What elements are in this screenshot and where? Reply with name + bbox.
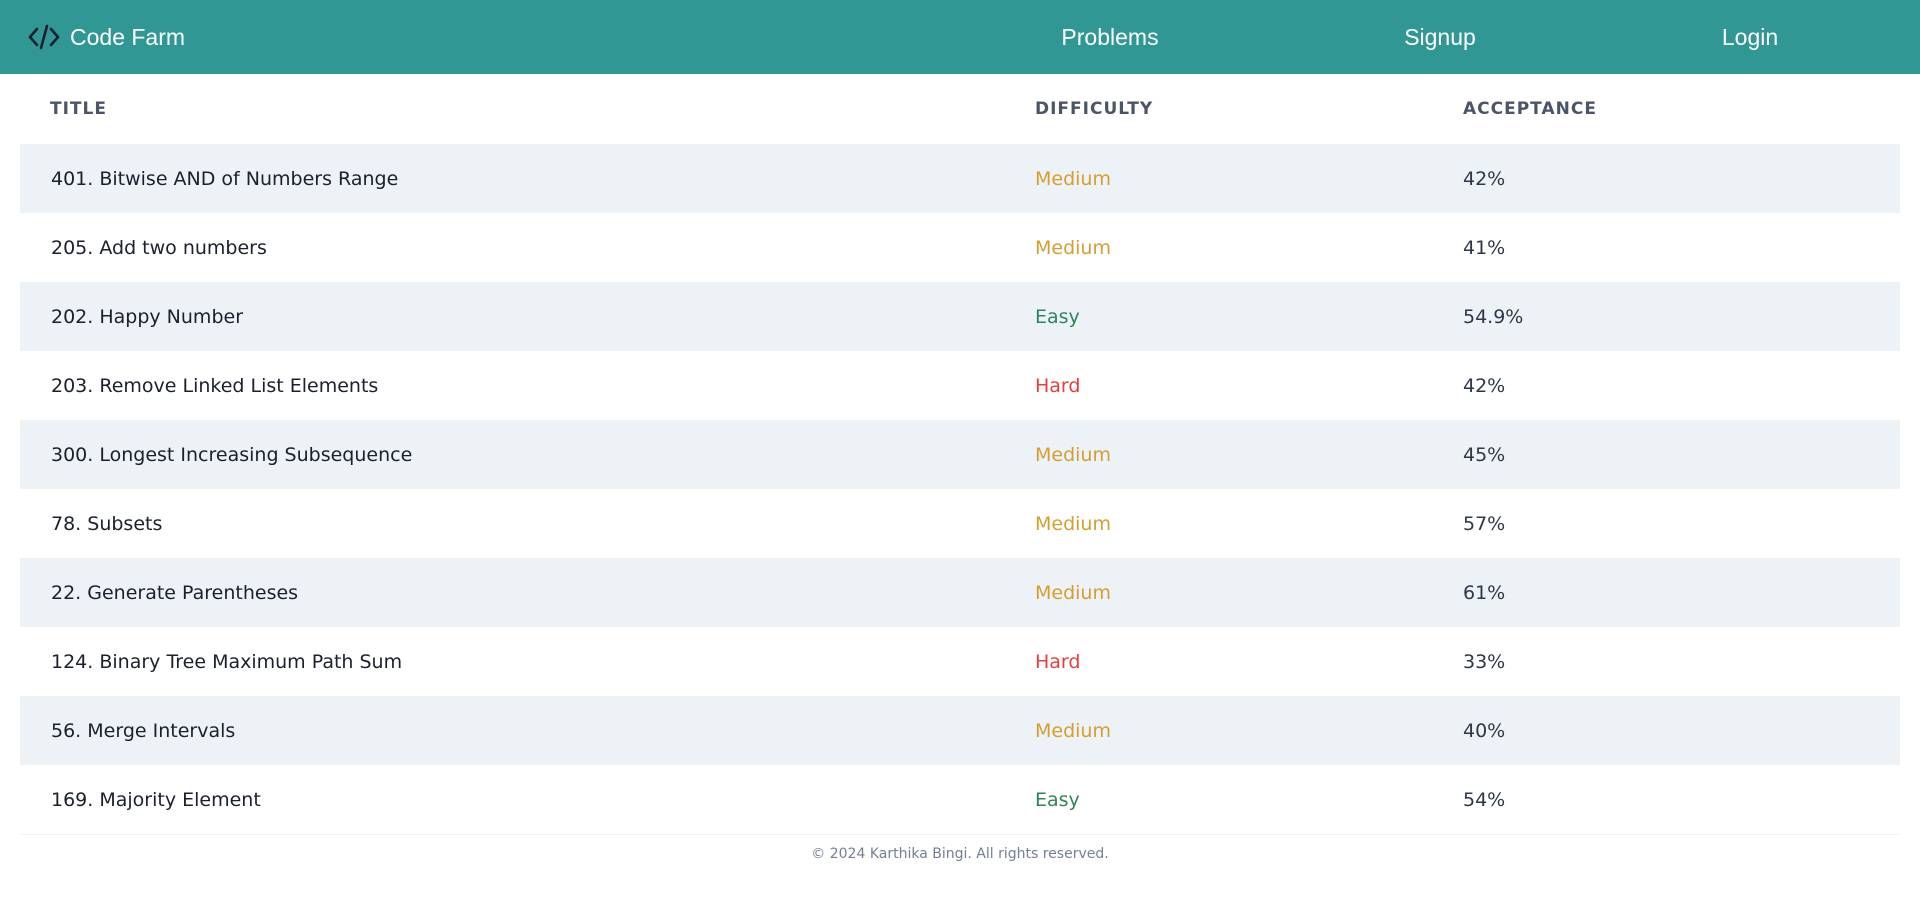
acceptance-rate: 41% bbox=[1463, 236, 1506, 259]
problem-title[interactable]: 124. Binary Tree Maximum Path Sum bbox=[51, 627, 402, 696]
problem-title[interactable]: 203. Remove Linked List Elements bbox=[51, 351, 378, 420]
navbar: Code Farm Problems Signup Login bbox=[0, 0, 1920, 74]
column-header-acceptance: Acceptance bbox=[1463, 99, 1597, 119]
table-row[interactable]: 401. Bitwise AND of Numbers Range Medium 4… bbox=[20, 144, 1900, 213]
code-icon bbox=[28, 23, 60, 51]
problem-title[interactable]: 300. Longest Increasing Subsequence bbox=[51, 420, 412, 489]
acceptance-rate: 57% bbox=[1463, 512, 1506, 535]
column-header-title: Title bbox=[50, 99, 107, 119]
footer-copyright: © 2024 Karthika Bingi. All rights reserv… bbox=[811, 846, 1109, 862]
nav-link-problems[interactable]: Problems bbox=[1040, 0, 1180, 74]
table-row[interactable]: 202. Happy Number Easy 54.9% bbox=[20, 282, 1900, 351]
problem-title[interactable]: 56. Merge Intervals bbox=[51, 696, 235, 765]
table-row[interactable]: 22. Generate Parentheses Medium 61% bbox=[20, 558, 1900, 627]
acceptance-rate: 45% bbox=[1463, 443, 1506, 466]
table-row[interactable]: 169. Majority Element Easy 54% bbox=[20, 765, 1900, 834]
table-row[interactable]: 300. Longest Increasing Subsequence Mediu… bbox=[20, 420, 1900, 489]
difficulty-label: Medium bbox=[1035, 719, 1111, 742]
column-header-difficulty: Difficulty bbox=[1035, 99, 1154, 119]
difficulty-label: Medium bbox=[1035, 581, 1111, 604]
difficulty-label: Medium bbox=[1035, 167, 1111, 190]
difficulty-label: Easy bbox=[1035, 305, 1080, 328]
acceptance-rate: 42% bbox=[1463, 374, 1506, 397]
divider bbox=[20, 834, 1900, 835]
acceptance-rate: 33% bbox=[1463, 650, 1506, 673]
acceptance-rate: 61% bbox=[1463, 581, 1506, 604]
difficulty-label: Easy bbox=[1035, 788, 1080, 811]
table-row[interactable]: 56. Merge Intervals Medium 40% bbox=[20, 696, 1900, 765]
difficulty-label: Medium bbox=[1035, 512, 1111, 535]
acceptance-rate: 42% bbox=[1463, 167, 1506, 190]
table-row[interactable]: 78. Subsets Medium 57% bbox=[20, 489, 1900, 558]
acceptance-rate: 54.9% bbox=[1463, 305, 1524, 328]
table-body: 401. Bitwise AND of Numbers Range Medium 4… bbox=[20, 144, 1900, 834]
problem-title[interactable]: 205. Add two numbers bbox=[51, 213, 267, 282]
table-header: Title Difficulty Acceptance bbox=[20, 74, 1900, 144]
difficulty-label: Medium bbox=[1035, 443, 1111, 466]
table-row[interactable]: 203. Remove Linked List Elements Hard 42% bbox=[20, 351, 1900, 420]
problems-table: Title Difficulty Acceptance 401. Bitwise… bbox=[20, 74, 1900, 834]
problem-title[interactable]: 401. Bitwise AND of Numbers Range bbox=[51, 144, 398, 213]
difficulty-label: Hard bbox=[1035, 650, 1081, 673]
problem-title[interactable]: 78. Subsets bbox=[51, 489, 162, 558]
problem-title[interactable]: 169. Majority Element bbox=[51, 765, 261, 834]
problem-title[interactable]: 22. Generate Parentheses bbox=[51, 558, 298, 627]
acceptance-rate: 54% bbox=[1463, 788, 1506, 811]
nav-link-signup[interactable]: Signup bbox=[1370, 0, 1510, 74]
table-row[interactable]: 124. Binary Tree Maximum Path Sum Hard 33% bbox=[20, 627, 1900, 696]
difficulty-label: Hard bbox=[1035, 374, 1081, 397]
problem-title[interactable]: 202. Happy Number bbox=[51, 282, 243, 351]
brand-link[interactable]: Code Farm bbox=[28, 0, 185, 74]
brand-name: Code Farm bbox=[70, 23, 186, 50]
difficulty-label: Medium bbox=[1035, 236, 1111, 259]
table-row[interactable]: 205. Add two numbers Medium 41% bbox=[20, 213, 1900, 282]
nav-link-login[interactable]: Login bbox=[1680, 0, 1820, 74]
acceptance-rate: 40% bbox=[1463, 719, 1506, 742]
